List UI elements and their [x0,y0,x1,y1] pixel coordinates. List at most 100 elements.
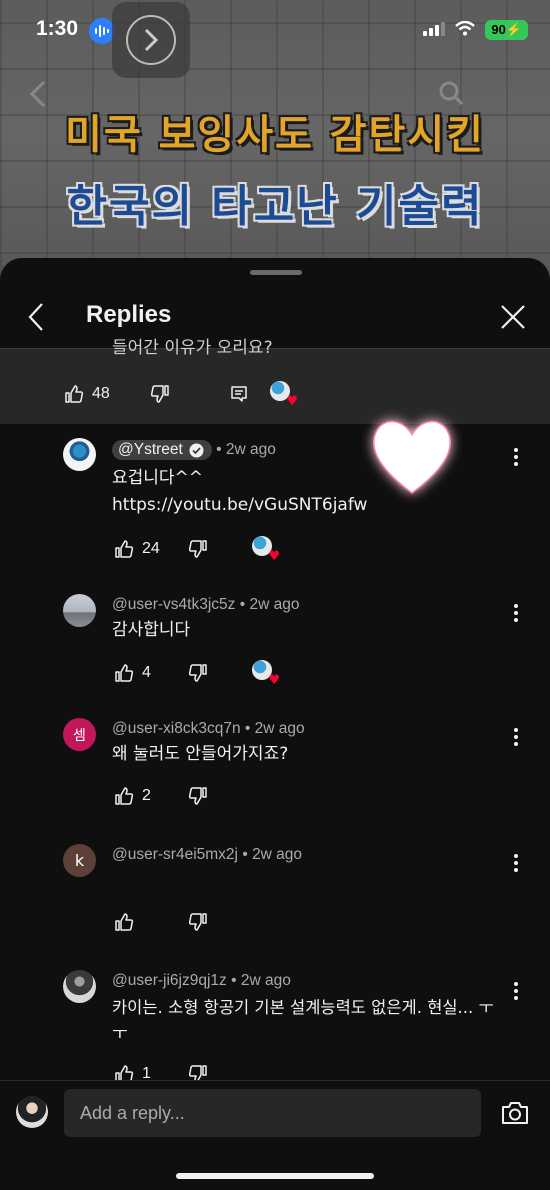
thumbs-down-icon [150,385,169,403]
thumbs-down-icon [188,787,207,805]
thumbs-up-icon [115,913,134,931]
sheet-header: Replies [0,288,550,348]
reply-time: 2w ago [225,441,276,458]
avatar[interactable] [63,438,96,471]
thumbs-up-icon [65,385,84,403]
creator-heart-badge: ♥ [252,536,280,564]
wifi-icon [455,20,476,40]
heart-icon: ♥ [268,673,280,688]
parent-action-row: 48 ♥ [64,381,298,409]
heart-sticker [362,408,462,503]
camera-icon [502,1102,528,1124]
reply-text-line: 왜 눌러도 안들어가지죠? [112,744,289,764]
play-next-button[interactable] [112,2,190,78]
author-handle[interactable]: @user-ji6jz9qj1z [112,972,227,989]
replies-sheet: Replies 들어간 이유가 오리요? 48 ♥ @Ystreet • 2w … [0,258,550,1190]
status-icons: 90⚡ [423,20,528,40]
avatar[interactable]: k [63,844,96,877]
like-count: 4 [142,664,151,681]
like-button[interactable] [114,912,188,932]
reply-meta: @user-xi8ck3cq7n • 2w ago [112,720,305,738]
meta-separator: • [216,441,222,458]
thumbs-down-icon [188,540,207,558]
reply-time: 2w ago [254,720,305,737]
battery-level: 90 [491,22,506,37]
reply-action-row [114,912,252,932]
like-button[interactable]: 4 [114,663,188,683]
reply-action-row: 2 [114,786,252,806]
avatar[interactable] [63,970,96,1003]
avatar[interactable]: 셈 [63,718,96,751]
reply-meta: @user-vs4tk3jc5z • 2w ago [112,596,299,614]
like-button[interactable]: 24 [114,539,188,559]
reply-text-line: 카이는. 소형 항공기 기본 설계능력도 없은게. 현실... ㅜ [112,998,494,1017]
meta-separator: • [239,596,246,613]
reply-input[interactable] [64,1089,481,1137]
status-bar: 1:30 90⚡ [0,0,550,78]
dislike-button[interactable] [188,912,252,932]
like-count: 2 [142,787,151,804]
more-vert-icon[interactable] [506,602,526,624]
parent-comment-text: 들어간 이유가 오리요? [112,338,273,358]
reply-text-line: 요겁니다^^ [112,468,204,488]
back-icon [28,303,43,331]
avatar[interactable] [63,594,96,627]
reply-meta: @Ystreet • 2w ago [112,440,276,460]
home-indicator[interactable] [176,1173,374,1179]
my-avatar [16,1096,48,1128]
author-handle[interactable]: @user-vs4tk3jc5z [112,596,235,613]
thumbnail-caption-line1: 미국 보잉사도 감탄시킨 [65,112,485,158]
reply-time: 2w ago [252,846,303,863]
thumbs-down-icon [188,664,207,682]
thumbs-up-icon [115,664,134,682]
close-icon [501,305,525,329]
like-button[interactable]: 2 [114,786,188,806]
sheet-title: Replies [86,301,172,328]
camera-button[interactable] [500,1099,530,1127]
heart-icon: ♥ [268,549,280,564]
sheet-grabber[interactable] [250,270,302,275]
like-button[interactable]: 48 [64,384,150,404]
back-button[interactable] [22,300,52,334]
author-handle-pill[interactable]: @Ystreet [112,440,212,460]
dislike-button[interactable] [188,786,252,806]
author-handle: @Ystreet [118,441,183,458]
reply-action-row: 24 ♥ [114,536,280,564]
meta-separator: • [242,846,248,863]
thumbs-up-icon [115,787,134,805]
heart-icon: ♥ [286,394,298,409]
author-handle[interactable]: @user-xi8ck3cq7n [112,720,241,737]
close-button[interactable] [498,302,528,332]
like-count: 24 [142,540,160,557]
dislike-button[interactable] [150,384,208,404]
verified-check-icon [189,443,204,457]
creator-heart-badge: ♥ [252,660,280,688]
parent-comment: 들어간 이유가 오리요? 48 ♥ [0,338,550,424]
avatar-letter: k [74,851,85,870]
like-count: 48 [92,385,110,402]
reply-text-line: 감사합니다 [112,620,191,640]
author-handle[interactable]: @user-sr4ei5mx2j [112,846,238,863]
more-vert-icon[interactable] [506,726,526,748]
reply-button[interactable] [208,384,270,404]
reply-text-line: ㅜ [112,1024,128,1044]
thumbs-down-icon [188,913,207,931]
reply-link[interactable]: https://youtu.be/vGuSNT6jafw [112,491,367,519]
reply-composer [0,1080,550,1190]
more-vert-icon[interactable] [506,446,526,468]
thumbnail-caption-line2: 한국의 타고난 기술력 [66,181,484,232]
meta-separator: • [244,720,251,737]
more-vert-icon[interactable] [506,852,526,874]
more-vert-icon[interactable] [506,980,526,1002]
dislike-button[interactable] [188,663,252,683]
creator-heart-badge: ♥ [270,381,298,409]
reply-meta: @user-ji6jz9qj1z • 2w ago [112,972,291,990]
reply-action-row: 4 ♥ [114,660,280,688]
dislike-button[interactable] [188,539,252,559]
status-time: 1:30 [36,17,79,40]
avatar-letter: 셈 [73,727,86,744]
reply-time: 2w ago [240,972,291,989]
battery-indicator: 90⚡ [485,20,528,40]
reply-icon [231,386,247,402]
thumbs-up-icon [115,540,134,558]
